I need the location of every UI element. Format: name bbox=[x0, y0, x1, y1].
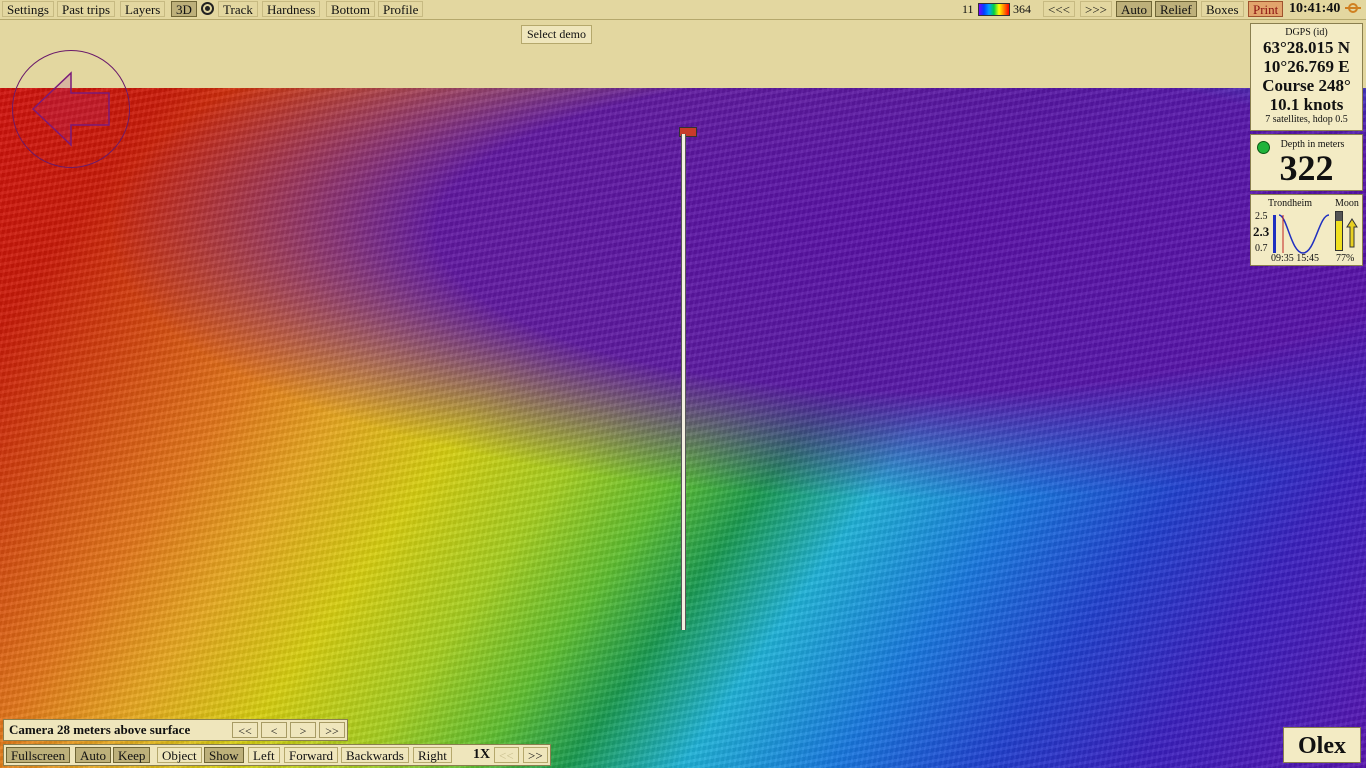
settings-button[interactable]: Settings bbox=[2, 1, 54, 17]
history-back-button[interactable]: <<< bbox=[1043, 1, 1075, 17]
faster-button[interactable]: >> bbox=[523, 747, 548, 763]
layers-button[interactable]: Layers bbox=[120, 1, 166, 17]
tide-place: Trondheim bbox=[1268, 198, 1313, 209]
camera-up-button[interactable]: > bbox=[290, 722, 316, 738]
camera-fast-up-button[interactable]: >> bbox=[319, 722, 345, 738]
auto-button[interactable]: Auto bbox=[1116, 1, 1152, 17]
moon-arrow-up-icon bbox=[1346, 218, 1358, 248]
scale-max-label: 364 bbox=[1013, 2, 1031, 16]
moon-label: Moon bbox=[1335, 198, 1359, 209]
show-button[interactable]: Show bbox=[204, 747, 244, 763]
clock: 10:41:40 bbox=[1289, 1, 1341, 16]
tide-low: 0.7 bbox=[1255, 243, 1268, 254]
fullscreen-button[interactable]: Fullscreen bbox=[6, 747, 71, 763]
camera-height-label: Camera 28 meters above surface bbox=[9, 722, 191, 737]
sky-area bbox=[0, 20, 1366, 88]
track-button[interactable]: Track bbox=[218, 1, 258, 17]
relief-button[interactable]: Relief bbox=[1155, 1, 1197, 17]
past-trips-button[interactable]: Past trips bbox=[57, 1, 116, 17]
gps-source: DGPS (id) bbox=[1285, 27, 1328, 38]
depth-value: 322 bbox=[1279, 148, 1334, 188]
bottom-control-bar: Fullscreen Auto Keep Object Show Left Fo… bbox=[3, 744, 551, 766]
tide-high: 2.5 bbox=[1255, 211, 1268, 222]
profile-button[interactable]: Profile bbox=[378, 1, 424, 17]
slower-button[interactable]: << bbox=[494, 747, 519, 763]
satellites-info: 7 satellites, hdop 0.5 bbox=[1265, 114, 1348, 125]
keep-button[interactable]: Keep bbox=[113, 747, 151, 763]
print-button[interactable]: Print bbox=[1248, 1, 1284, 17]
latitude: 63°28.015 N bbox=[1262, 38, 1351, 57]
backwards-button[interactable]: Backwards bbox=[341, 747, 409, 763]
tide-times: 09:35 15:45 bbox=[1271, 253, 1320, 264]
forward-button[interactable]: Forward bbox=[284, 747, 339, 763]
camera-fast-down-button[interactable]: << bbox=[232, 722, 258, 738]
camera-down-button[interactable]: < bbox=[261, 722, 287, 738]
moon-bar-icon bbox=[1335, 211, 1343, 251]
top-toolbar: Settings Past trips Layers 3D Track Hard… bbox=[0, 0, 1366, 20]
course: Course 248° bbox=[1262, 76, 1351, 95]
right-button[interactable]: Right bbox=[413, 747, 452, 763]
auto-view-button[interactable]: Auto bbox=[75, 747, 111, 763]
tide-panel[interactable]: Trondheim Moon 2.5 2.3 0.7 09:35 15:45 7… bbox=[1250, 194, 1363, 266]
longitude: 10°26.769 E bbox=[1263, 57, 1350, 76]
tide-curve-icon bbox=[1273, 214, 1330, 254]
compass-arrow-icon[interactable] bbox=[12, 50, 130, 168]
depth-panel[interactable]: Depth in meters 322 bbox=[1250, 134, 1363, 191]
left-button[interactable]: Left bbox=[248, 747, 280, 763]
3d-button[interactable]: 3D bbox=[171, 1, 197, 17]
gps-panel[interactable]: DGPS (id) 63°28.015 N 10°26.769 E Course… bbox=[1250, 23, 1363, 131]
bottom-button[interactable]: Bottom bbox=[326, 1, 376, 17]
hardness-button[interactable]: Hardness bbox=[262, 1, 321, 17]
depth-status-icon bbox=[1257, 141, 1270, 154]
depth-color-scale-icon bbox=[978, 3, 1010, 16]
tide-current: 2.3 bbox=[1253, 224, 1270, 239]
select-demo-button[interactable]: Select demo bbox=[521, 25, 592, 44]
scale-min-label: 11 bbox=[962, 2, 974, 16]
playback-speed: 1X bbox=[473, 747, 491, 762]
boxes-button[interactable]: Boxes bbox=[1201, 1, 1244, 17]
target-icon[interactable] bbox=[201, 2, 214, 15]
object-button[interactable]: Object bbox=[157, 747, 202, 763]
moon-percent: 77% bbox=[1336, 253, 1355, 264]
speed-knots: 10.1 knots bbox=[1269, 95, 1344, 114]
camera-bar: Camera 28 meters above surface << < > >> bbox=[3, 719, 348, 741]
olex-logo: Olex bbox=[1283, 727, 1361, 763]
position-marker-line bbox=[681, 134, 686, 630]
history-forward-button[interactable]: >>> bbox=[1080, 1, 1112, 17]
sun-icon[interactable] bbox=[1345, 3, 1361, 13]
